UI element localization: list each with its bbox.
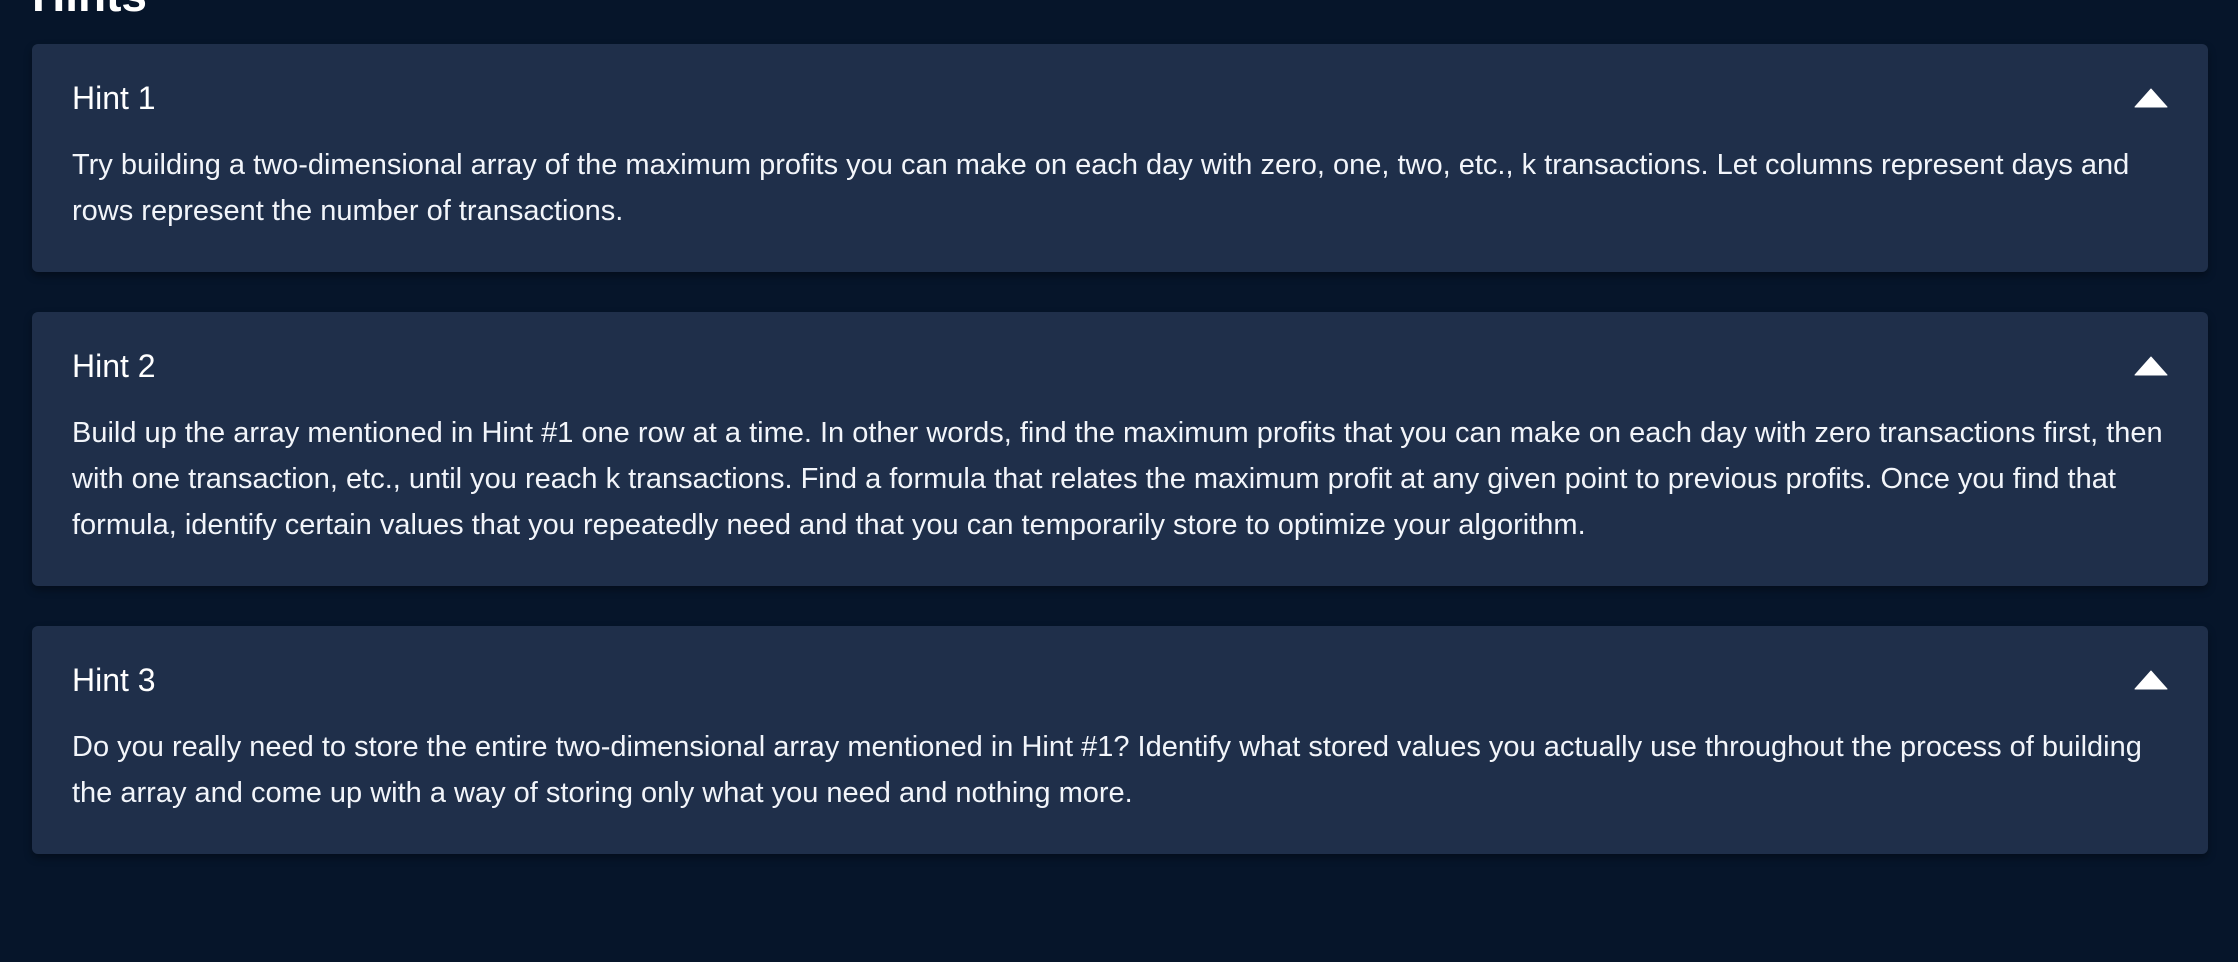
hint-card-1: Hint 1 Try building a two-dimensional ar… (32, 44, 2208, 272)
hints-list: Hint 1 Try building a two-dimensional ar… (32, 44, 2208, 894)
hint-card-3: Hint 3 Do you really need to store the e… (32, 626, 2208, 854)
hint-2-body: Build up the array mentioned in Hint #1 … (72, 417, 2163, 541)
hint-card-2: Hint 2 Build up the array mentioned in H… (32, 312, 2208, 586)
chevron-up-icon[interactable] (2134, 356, 2168, 376)
chevron-up-icon[interactable] (2134, 88, 2168, 108)
hint-2-header[interactable]: Hint 2 (72, 312, 2168, 420)
hint-1-body: Try building a two-dimensional array of … (72, 149, 2130, 227)
hint-2-title: Hint 2 (72, 347, 156, 384)
hint-1-header[interactable]: Hint 1 (72, 44, 2168, 152)
hint-3-header[interactable]: Hint 3 (72, 626, 2168, 734)
hint-3-title: Hint 3 (72, 661, 156, 698)
hint-1-title: Hint 1 (72, 79, 156, 116)
chevron-up-icon[interactable] (2134, 670, 2168, 690)
hints-section-title: Hints (32, 0, 147, 18)
hint-3-body: Do you really need to store the entire t… (72, 731, 2142, 809)
